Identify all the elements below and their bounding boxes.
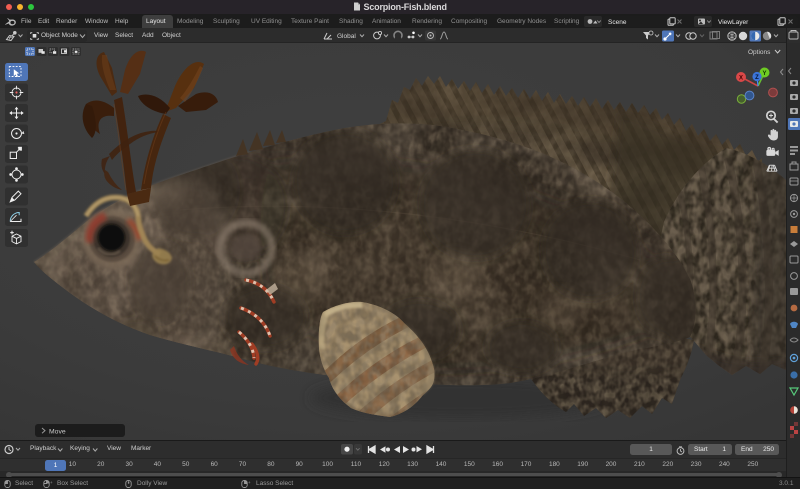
svg-text:+: + (248, 480, 251, 485)
svg-text:ViewLayer: ViewLayer (718, 19, 749, 26)
svg-text:Move: Move (49, 429, 66, 436)
svg-text:Options: Options (748, 49, 771, 56)
svg-text:Y: Y (762, 71, 766, 77)
svg-text:Z: Z (755, 75, 759, 81)
svg-text:Global: Global (337, 33, 356, 40)
svg-text:X: X (739, 76, 743, 82)
svg-text:Scene: Scene (608, 19, 627, 26)
svg-text:+: + (50, 480, 53, 485)
